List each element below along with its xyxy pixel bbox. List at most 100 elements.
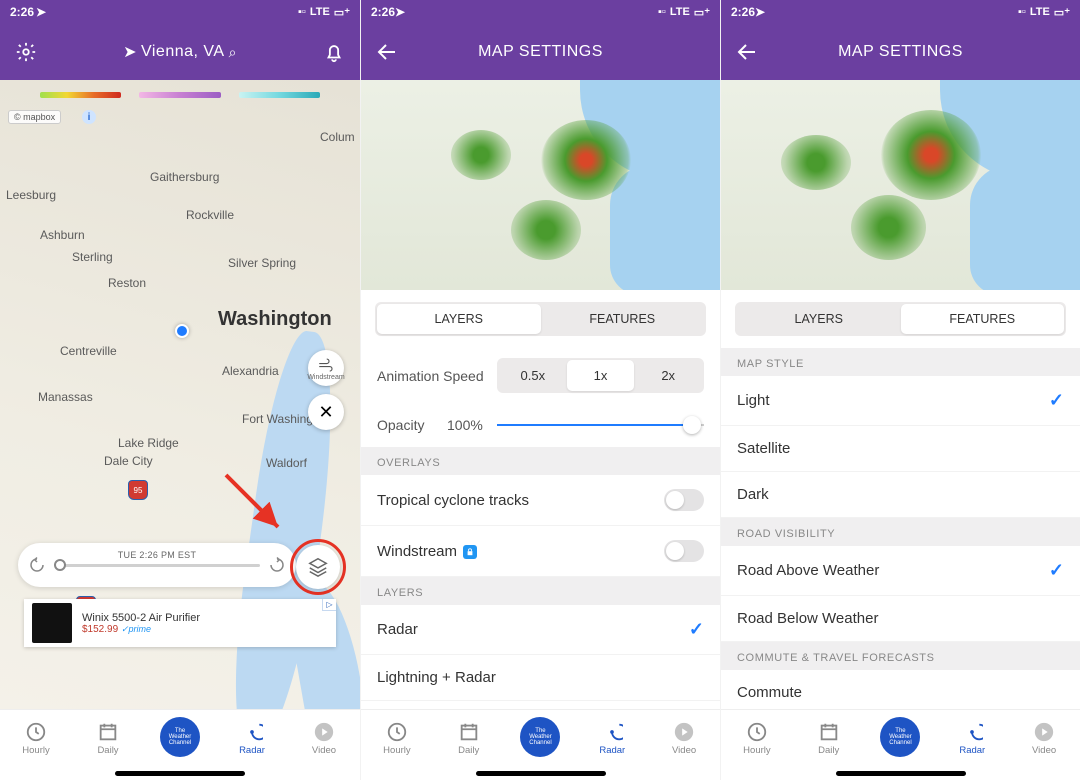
settings-scroll[interactable]: LAYERS FEATURES MAP STYLE Light ✓ Satell… xyxy=(721,290,1080,709)
map-canvas[interactable]: © mapbox i ColumGaithersburgLeesburgRock… xyxy=(0,80,360,709)
tab-daily[interactable]: Daily xyxy=(433,710,505,767)
ad-choices-icon[interactable]: ▷ xyxy=(322,599,336,611)
layers-button[interactable] xyxy=(296,545,340,589)
user-location-dot xyxy=(175,324,189,338)
tab-daily[interactable]: Daily xyxy=(72,710,144,767)
settings-scroll[interactable]: LAYERS FEATURES Animation Speed 0.5x 1x … xyxy=(361,290,720,709)
tab-layers[interactable]: LAYERS xyxy=(737,304,901,334)
location-arrow-icon: ➤ xyxy=(755,5,765,19)
tab-hourly[interactable]: Hourly xyxy=(0,710,72,767)
city-label: Ashburn xyxy=(40,228,85,242)
battery-icon: ▭⁺ xyxy=(694,6,710,19)
tab-radar[interactable]: Radar xyxy=(216,710,288,767)
tab-video[interactable]: Video xyxy=(1008,710,1080,767)
hourly-icon xyxy=(386,721,408,743)
row-label: Satellite xyxy=(737,440,790,457)
home-indicator[interactable] xyxy=(115,771,245,776)
highway-shield-icon: 95 xyxy=(128,480,148,500)
windstream-label: Windstream xyxy=(307,374,344,381)
search-icon: ⌕ xyxy=(229,44,237,61)
tab-video[interactable]: Video xyxy=(288,710,360,767)
row-dark[interactable]: Dark xyxy=(721,472,1080,518)
tab-home-logo[interactable]: TheWeatherChannel xyxy=(144,710,216,767)
row-road-below[interactable]: Road Below Weather xyxy=(721,596,1080,642)
notifications-bell-icon[interactable] xyxy=(320,38,348,66)
signal-icon: ▪▫ xyxy=(1018,6,1026,18)
section-overlays-header: OVERLAYS xyxy=(361,447,720,475)
row-tropical-cyclone[interactable]: Tropical cyclone tracks xyxy=(361,475,720,526)
status-indicators: ▪▫ LTE ▭⁺ xyxy=(298,6,350,19)
layers-button-highlight xyxy=(290,539,346,595)
status-indicators: ▪▫LTE▭⁺ xyxy=(658,6,710,19)
radar-echo xyxy=(541,120,631,200)
city-label: Sterling xyxy=(72,250,113,264)
opacity-slider[interactable] xyxy=(497,413,704,437)
row-commute[interactable]: Commute xyxy=(721,670,1080,709)
tab-features[interactable]: FEATURES xyxy=(901,304,1065,334)
time-forward-icon[interactable] xyxy=(268,556,286,574)
check-icon: ✓ xyxy=(1049,390,1064,411)
row-windstream[interactable]: Windstream xyxy=(361,526,720,577)
lock-icon xyxy=(463,545,477,559)
timeline-scrubber[interactable]: TUE 2:26 PM EST xyxy=(18,543,296,587)
city-label: Gaithersburg xyxy=(150,170,219,184)
speed-2x[interactable]: 2x xyxy=(634,360,702,391)
row-radar[interactable]: Radar ✓ xyxy=(361,605,720,655)
tab-bar-container: Hourly DailyTheWeatherChannelRadarVideo xyxy=(0,709,360,780)
row-light[interactable]: Light ✓ xyxy=(721,376,1080,426)
timeline-handle[interactable] xyxy=(54,559,66,571)
back-button[interactable] xyxy=(373,38,401,66)
tab-home-logo[interactable]: TheWeatherChannel xyxy=(865,710,937,767)
ad-banner[interactable]: Winix 5500-2 Air Purifier $152.99 ✓prime… xyxy=(24,599,336,647)
radar-preview-map[interactable] xyxy=(721,80,1080,290)
info-icon[interactable]: i xyxy=(82,110,96,124)
tab-label: Hourly xyxy=(22,745,49,756)
home-indicator[interactable] xyxy=(476,771,606,776)
settings-gear-icon[interactable] xyxy=(12,38,40,66)
check-icon: ✓ xyxy=(1049,560,1064,581)
network-label: LTE xyxy=(670,6,690,18)
close-button[interactable]: ✕ xyxy=(308,394,344,430)
layers-icon xyxy=(307,556,329,578)
radar-preview-map[interactable] xyxy=(361,80,720,290)
row-road-above[interactable]: Road Above Weather ✓ xyxy=(721,546,1080,596)
tab-layers[interactable]: LAYERS xyxy=(377,304,541,334)
network-label: LTE xyxy=(1030,6,1050,18)
tab-video[interactable]: Video xyxy=(648,710,720,767)
battery-icon: ▭⁺ xyxy=(1054,6,1070,19)
tab-radar[interactable]: Radar xyxy=(576,710,648,767)
close-icon: ✕ xyxy=(318,402,333,423)
tab-radar[interactable]: Radar xyxy=(936,710,1008,767)
city-label: Rockville xyxy=(186,208,234,222)
video-icon xyxy=(1033,721,1055,743)
tab-label: Video xyxy=(672,745,696,756)
toggle-switch[interactable] xyxy=(664,540,704,562)
tab-hourly[interactable]: Hourly xyxy=(361,710,433,767)
speed-0-5x[interactable]: 0.5x xyxy=(499,360,567,391)
back-button[interactable] xyxy=(733,38,761,66)
weather-channel-logo: TheWeatherChannel xyxy=(520,717,560,757)
nav-location-arrow-icon: ➤ xyxy=(123,42,137,62)
location-title[interactable]: ➤ Vienna, VA ⌕ xyxy=(48,42,312,62)
time-back-icon[interactable] xyxy=(28,556,46,574)
tab-hourly[interactable]: Hourly xyxy=(721,710,793,767)
row-satellite[interactable]: Satellite xyxy=(721,426,1080,472)
tab-daily[interactable]: Daily xyxy=(793,710,865,767)
slider-thumb[interactable] xyxy=(683,416,701,434)
toggle-switch[interactable] xyxy=(664,489,704,511)
tab-features[interactable]: FEATURES xyxy=(541,304,705,334)
map-control-stack: Windstream ✕ xyxy=(308,350,344,430)
windstream-button[interactable]: Windstream xyxy=(308,350,344,386)
tab-label: Daily xyxy=(818,745,839,756)
section-commute-header: COMMUTE & TRAVEL FORECASTS xyxy=(721,642,1080,670)
tab-home-logo[interactable]: TheWeatherChannel xyxy=(505,710,577,767)
section-mapstyle-header: MAP STYLE xyxy=(721,348,1080,376)
row-label: Dark xyxy=(737,486,769,503)
row-lightning-radar[interactable]: Lightning + Radar xyxy=(361,655,720,701)
timeline-track[interactable]: TUE 2:26 PM EST xyxy=(54,564,260,567)
opacity-value: 100% xyxy=(447,417,497,433)
tab-label: Daily xyxy=(458,745,479,756)
row-radar-clouds[interactable]: Radar / Clouds xyxy=(361,701,720,709)
speed-1x[interactable]: 1x xyxy=(567,360,635,391)
home-indicator[interactable] xyxy=(836,771,966,776)
